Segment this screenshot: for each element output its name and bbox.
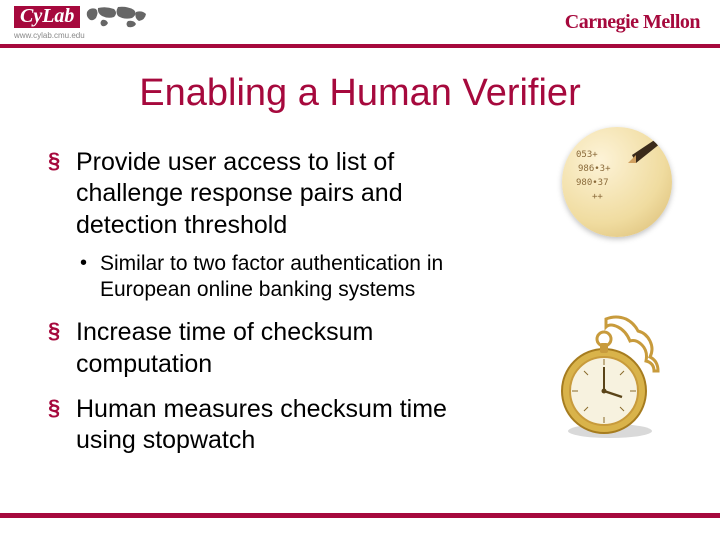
sub-bullet-list: Similar to two factor authentication in …: [76, 251, 468, 304]
svg-text:053+: 053+: [576, 150, 598, 160]
bullet-text: Provide user access to list of challenge…: [76, 148, 403, 239]
cylab-url: www.cylab.cmu.edu: [14, 31, 148, 40]
sub-bullet-item: Similar to two factor authentication in …: [76, 251, 468, 304]
bullet-item: Human measures checksum time using stopw…: [48, 394, 468, 457]
pocket-watch-image: [546, 313, 676, 443]
footer-divider: [0, 513, 720, 518]
numbers-sheet-image: 053+ 986•3+ 980•37 ++: [562, 127, 672, 237]
cylab-wordmark: CyLab: [14, 6, 80, 28]
bullet-text: Human measures checksum time using stopw…: [76, 395, 447, 454]
cylab-logo-top: CyLab: [14, 4, 148, 30]
slide-title: Enabling a Human Verifier: [0, 72, 720, 115]
bullet-item: Provide user access to list of challenge…: [48, 147, 468, 303]
svg-text:986•3+: 986•3+: [578, 164, 611, 174]
svg-text:980•37: 980•37: [576, 178, 609, 188]
svg-text:++: ++: [592, 192, 603, 202]
bullet-item: Increase time of checksum computation: [48, 317, 468, 380]
slide-content: Provide user access to list of challenge…: [0, 115, 720, 456]
cylab-logo: CyLab www.cylab.cmu.edu: [14, 4, 148, 40]
bullet-list: Provide user access to list of challenge…: [48, 147, 468, 456]
slide-header: CyLab www.cylab.cmu.edu Carnegie Mellon: [0, 0, 720, 48]
bullet-text: Increase time of checksum computation: [76, 318, 373, 377]
world-map-icon: [84, 4, 148, 30]
carnegie-mellon-wordmark: Carnegie Mellon: [565, 11, 700, 34]
